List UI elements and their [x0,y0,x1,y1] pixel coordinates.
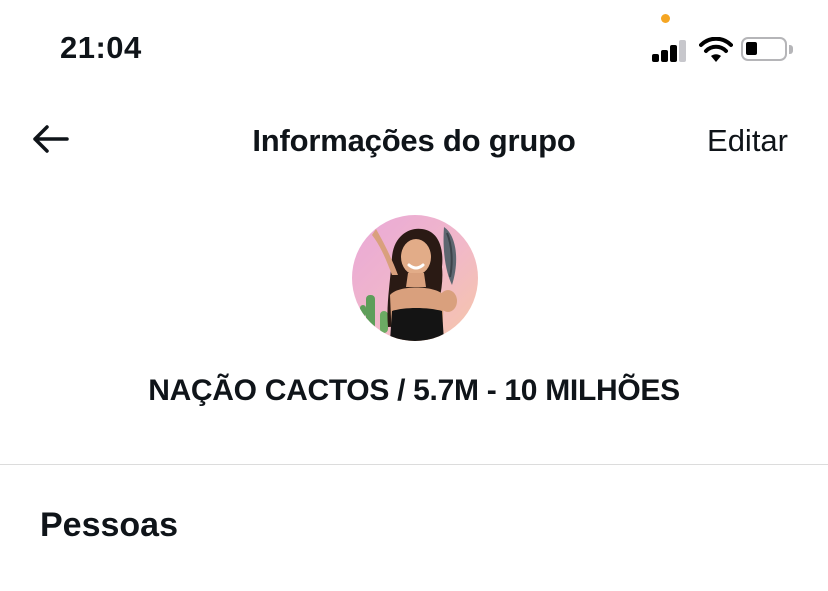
status-bar: 21:04 [0,0,828,90]
section-title-people: Pessoas [40,506,178,544]
nav-bar: Informações do grupo Editar [0,95,828,185]
section-divider [0,464,828,465]
group-info-screen: 21:04 Informações do grupo Editar NAÇÃO … [0,0,828,591]
battery-icon [741,37,787,61]
group-name: NAÇÃO CACTOS / 5.7M - 10 MILHÕES [148,374,680,407]
page-title: Informações do grupo [252,123,576,158]
signal-icon [652,38,688,62]
status-time: 21:04 [60,30,142,65]
edit-button[interactable]: Editar [707,123,788,159]
privacy-indicator-dot [661,14,670,23]
wifi-icon [699,37,733,62]
battery-cap [789,45,793,54]
group-avatar[interactable] [352,215,478,341]
